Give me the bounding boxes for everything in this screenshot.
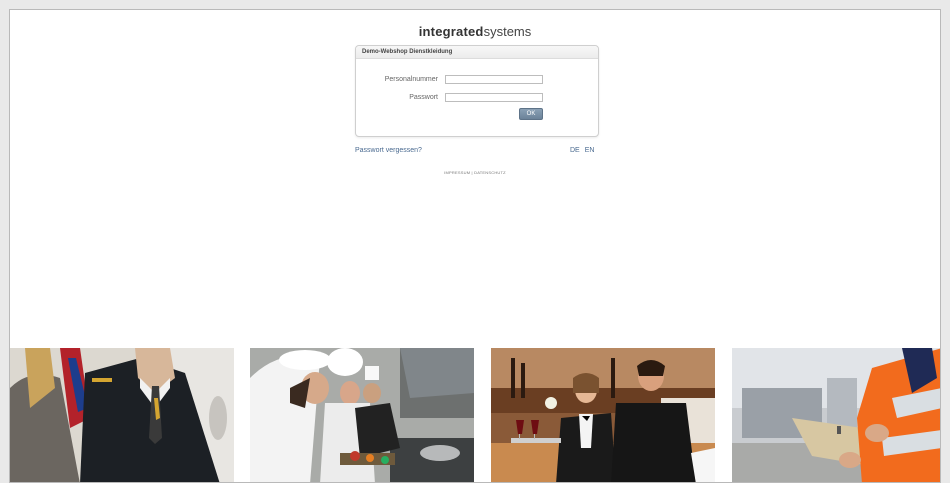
passwort-label: Passwort — [409, 94, 438, 101]
photo-waiters-restaurant — [491, 348, 715, 482]
lang-de-link[interactable]: DE — [570, 147, 580, 154]
login-title: Demo-Webshop Dienstkleidung — [356, 46, 598, 59]
pilot-uniform-image — [10, 348, 234, 482]
brand-light: systems — [483, 24, 532, 39]
photo-pilot-uniform — [10, 348, 234, 482]
lang-en-link[interactable]: EN — [585, 147, 595, 154]
passwort-row: Passwort — [356, 93, 598, 105]
worker-high-vis-image — [732, 348, 940, 482]
brand-logo: integratedsystems — [10, 24, 940, 39]
personalnummer-label: Personalnummer — [384, 76, 438, 83]
page-frame: integratedsystems Demo-Webshop Dienstkle… — [9, 9, 941, 483]
photo-worker-high-vis — [732, 348, 940, 482]
forgot-password-link[interactable]: Passwort vergessen? — [355, 147, 422, 154]
personalnummer-row: Personalnummer — [356, 75, 598, 87]
passwort-input[interactable] — [445, 93, 543, 102]
photo-chefs-kitchen — [250, 348, 474, 482]
footer-links: IMPRESSUM | DATENSCHUTZ — [10, 170, 940, 175]
impressum-link[interactable]: IMPRESSUM — [444, 170, 470, 175]
datenschutz-link[interactable]: DATENSCHUTZ — [474, 170, 506, 175]
personalnummer-input[interactable] — [445, 75, 543, 84]
login-panel: Demo-Webshop Dienstkleidung Personalnumm… — [355, 45, 599, 137]
ok-button[interactable]: OK — [519, 108, 543, 120]
chefs-kitchen-image — [250, 348, 474, 482]
language-switch: DE EN — [567, 147, 594, 154]
brand-bold: integrated — [418, 24, 484, 39]
waiters-restaurant-image — [491, 348, 715, 482]
